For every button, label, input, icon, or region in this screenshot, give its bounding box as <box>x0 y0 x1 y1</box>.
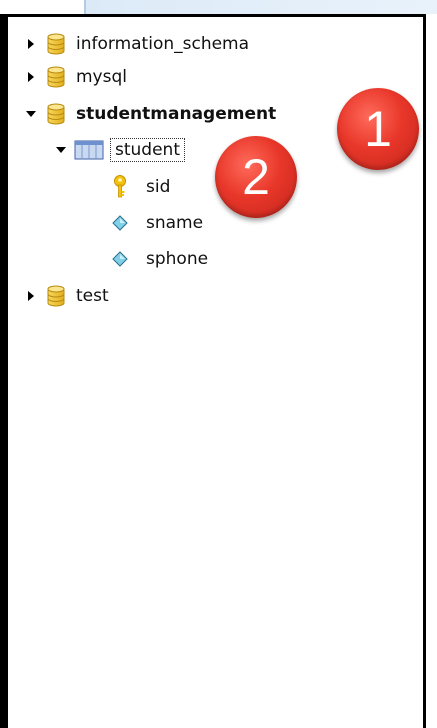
expand-arrow-icon[interactable] <box>24 37 38 51</box>
collapse-arrow-icon[interactable] <box>24 107 38 121</box>
tree-node-label: student <box>110 138 185 162</box>
annotation-badge-2: 2 <box>215 136 297 218</box>
tree-node-column-sphone[interactable]: sphone <box>108 246 208 272</box>
tree-node-label: mysql <box>76 67 127 87</box>
database-icon <box>44 65 68 89</box>
annotation-number: 1 <box>364 101 392 157</box>
tree-node-column-sname[interactable]: sname <box>108 210 203 236</box>
tree-node-label: information_schema <box>76 34 250 54</box>
tree-node-label: sid <box>146 177 171 197</box>
database-icon <box>44 32 68 56</box>
tree-node-label: sname <box>146 213 204 233</box>
tree-node-studentmanagement[interactable]: studentmanagement <box>24 101 276 127</box>
tree-node-test[interactable]: test <box>24 283 109 309</box>
expand-arrow-icon[interactable] <box>24 289 38 303</box>
tree-node-mysql[interactable]: mysql <box>24 64 127 90</box>
collapse-arrow-icon[interactable] <box>54 143 68 157</box>
right-border-strip <box>426 14 437 728</box>
tree-node-label: test <box>76 286 109 306</box>
annotation-number: 2 <box>242 149 270 205</box>
column-icon <box>108 211 132 235</box>
tree-node-label: sphone <box>146 249 209 269</box>
table-icon <box>74 138 104 162</box>
tree-node-information-schema[interactable]: information_schema <box>24 31 249 57</box>
tree-node-label: studentmanagement <box>76 104 277 124</box>
tree-node-column-sid[interactable]: sid <box>108 174 170 200</box>
database-icon <box>44 102 68 126</box>
column-icon <box>108 247 132 271</box>
database-icon <box>44 284 68 308</box>
annotation-badge-1: 1 <box>337 88 419 170</box>
primary-key-icon <box>108 175 132 199</box>
tree-node-student-table[interactable]: student <box>54 137 185 163</box>
expand-arrow-icon[interactable] <box>24 70 38 84</box>
